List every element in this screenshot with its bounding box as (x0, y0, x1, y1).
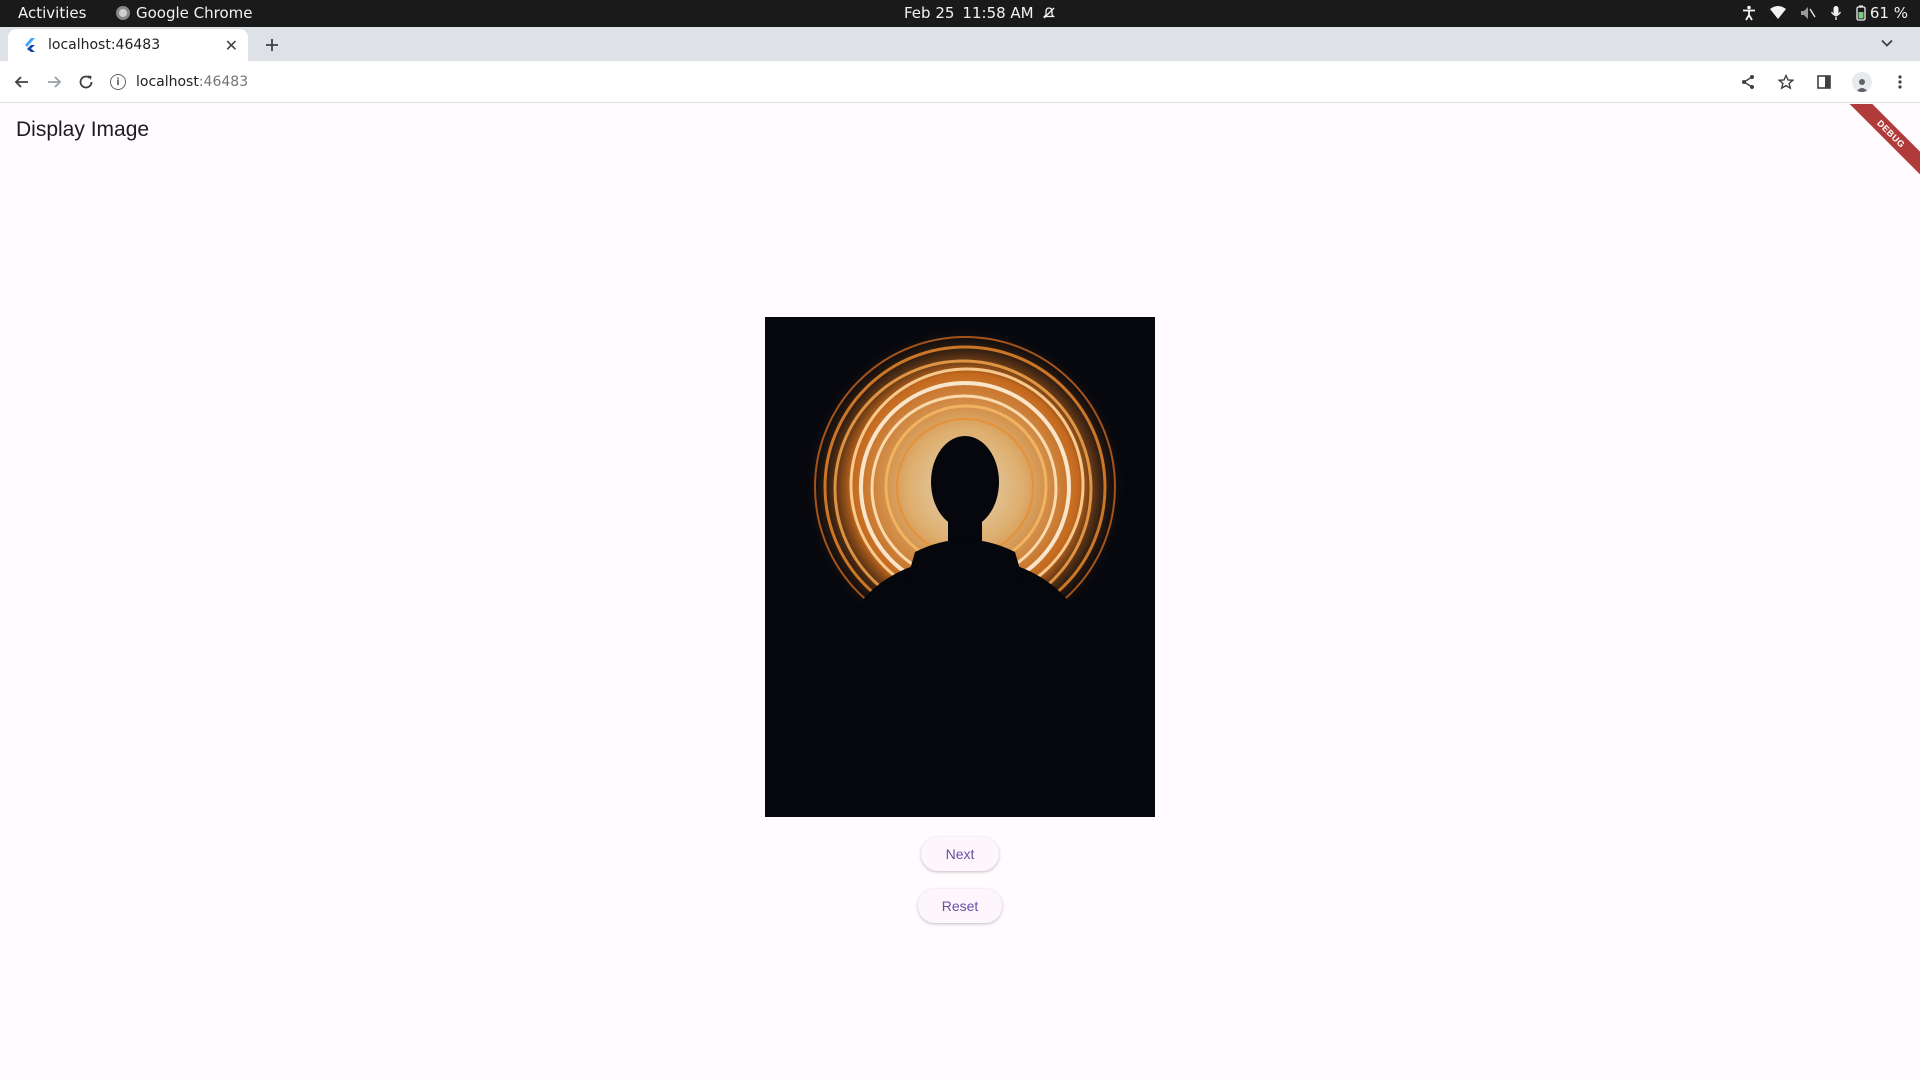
side-panel-icon (1817, 75, 1831, 89)
browser-tab[interactable]: localhost:46483 ✕ (8, 29, 248, 61)
clock[interactable]: Feb 25 11:58 AM (904, 4, 1056, 22)
share-icon (1742, 75, 1754, 89)
site-info-icon[interactable]: i (110, 74, 126, 90)
chrome-menu-button[interactable] (1888, 70, 1912, 94)
wifi-icon[interactable] (1769, 6, 1786, 20)
tab-close-icon[interactable]: ✕ (225, 36, 238, 55)
battery-indicator[interactable]: 61 % (1856, 4, 1908, 22)
profile-button[interactable] (1850, 70, 1874, 94)
app-menu[interactable]: Google Chrome (116, 4, 253, 22)
battery-icon (1856, 5, 1866, 21)
url-host: localhost (136, 74, 199, 90)
share-button[interactable] (1736, 70, 1760, 94)
notifications-muted-icon (1042, 6, 1056, 20)
tab-title: localhost:46483 (48, 37, 161, 53)
system-tray[interactable]: 61 % (1742, 4, 1908, 22)
arrow-right-icon (48, 76, 62, 88)
bookmark-button[interactable] (1774, 70, 1798, 94)
reload-button[interactable] (74, 70, 98, 94)
reset-button[interactable]: Reset (918, 889, 1002, 923)
avatar (1852, 72, 1872, 92)
url-port: :46483 (198, 74, 249, 90)
arrow-left-icon (14, 76, 28, 88)
side-panel-button[interactable] (1812, 70, 1836, 94)
system-top-bar: Activities Google Chrome Feb 25 11:58 AM… (0, 0, 1920, 27)
volume-muted-icon[interactable] (1800, 6, 1816, 20)
plus-icon (266, 39, 278, 51)
page-title: Display Image (16, 118, 150, 141)
person-icon (1856, 79, 1868, 92)
clock-date: Feb 25 (904, 4, 955, 22)
battery-percentage: 61 % (1869, 4, 1908, 22)
back-button[interactable] (10, 70, 34, 94)
chevron-down-icon (1881, 39, 1893, 47)
microphone-icon[interactable] (1830, 5, 1842, 21)
toolbar-actions (1736, 70, 1912, 94)
flutter-favicon-icon (22, 37, 38, 53)
address-bar[interactable]: i localhost:46483 (110, 66, 1750, 98)
app-viewport: Display Image DEBUG Next Reset (0, 104, 1920, 1080)
activities-button[interactable]: Activities (18, 4, 86, 22)
reload-icon (79, 75, 93, 89)
tab-search-button[interactable] (1880, 35, 1894, 54)
tab-strip: localhost:46483 ✕ (0, 27, 1920, 61)
chrome-icon (116, 6, 130, 20)
next-button[interactable]: Next (921, 837, 999, 871)
displayed-image (765, 317, 1155, 817)
star-icon (1778, 74, 1794, 90)
forward-button[interactable] (42, 70, 66, 94)
new-tab-button[interactable] (258, 31, 286, 59)
accessibility-icon[interactable] (1742, 5, 1756, 21)
more-vert-icon (1898, 75, 1902, 89)
clock-time: 11:58 AM (962, 4, 1034, 22)
app-menu-label: Google Chrome (136, 4, 253, 22)
debug-banner: DEBUG (1839, 104, 1920, 186)
browser-toolbar: i localhost:46483 (0, 61, 1920, 103)
